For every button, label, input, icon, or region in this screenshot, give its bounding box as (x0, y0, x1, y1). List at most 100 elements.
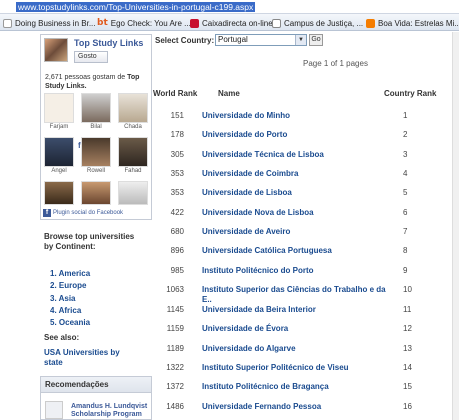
world-rank-cell: 1145 (166, 305, 184, 314)
fan-name: Angel (51, 168, 67, 174)
address-bar[interactable]: www.topstudylinks.com/Top-Universities-i… (0, 0, 459, 14)
fan-face[interactable]: Angel (44, 137, 74, 174)
table-row: 1063 Instituto Superior das Ciências do T… (155, 285, 445, 304)
see-also-heading: See also: (44, 333, 80, 342)
fan-face[interactable] (44, 181, 74, 205)
like-count: 2,671 pessoas gostam de Top Study Links. (45, 73, 149, 91)
favorite-label: Ego Check: You Are ... (110, 18, 191, 28)
pagination-text: Page 1 of 1 pages (303, 59, 368, 68)
usa-universities-link[interactable]: USA Universities by state (44, 348, 134, 368)
site-icon (3, 18, 12, 28)
table-row: 353 Universidade de Coimbra 4 (155, 169, 445, 181)
avatar (118, 181, 148, 205)
country-rank-cell: 12 (403, 324, 412, 333)
fan-face[interactable] (118, 181, 148, 205)
fan-face[interactable]: Fahad (118, 137, 148, 174)
continent-link-oceania[interactable]: 5. Oceania (50, 317, 90, 329)
chevron-down-icon[interactable]: ▼ (295, 35, 306, 45)
avatar (81, 93, 111, 123)
vertical-scrollbar[interactable] (452, 32, 459, 420)
world-rank-cell: 1189 (166, 344, 184, 353)
world-rank-cell: 422 (170, 208, 184, 217)
table-row: 1486 Universidade Fernando Pessoa 16 (155, 402, 445, 414)
bank-icon (190, 18, 199, 28)
favorite-campus-justica[interactable]: Campus de Justiça, ... (272, 17, 363, 29)
recommendations-heading: Recomendações (41, 377, 151, 393)
favorite-boa-vida[interactable]: Boa Vida: Estrelas Mi... (366, 17, 459, 29)
favorite-doing-business[interactable]: Doing Business in Br... (3, 17, 95, 29)
fan-face[interactable]: Bilal (81, 93, 111, 130)
recommendation-thumbnail[interactable] (45, 401, 63, 419)
page-logo[interactable] (44, 38, 68, 62)
fb-page-title[interactable]: Top Study Links (74, 38, 143, 48)
continent-link-asia[interactable]: 3. Asia (50, 293, 90, 305)
country-rank-cell: 9 (403, 266, 408, 275)
country-rank-cell: 15 (403, 382, 412, 391)
blog-icon (366, 18, 375, 28)
recommendation-subtitle: Scholarship Program (71, 411, 142, 418)
favorite-label: Doing Business in Br... (15, 18, 96, 28)
continent-link-europe[interactable]: 2. Europe (50, 280, 90, 292)
university-link[interactable]: Instituto Politécnico do Porto (202, 266, 390, 276)
table-row: 1322 Instituto Superior Politécnico de Vi… (155, 363, 445, 375)
avatar (81, 137, 111, 167)
university-link[interactable]: Instituto Politécnico de Bragança (202, 382, 390, 392)
fan-face[interactable]: Chada (118, 93, 148, 130)
world-rank-cell: 178 (170, 130, 184, 139)
country-rank-cell: 7 (403, 227, 408, 236)
world-rank-cell: 151 (170, 111, 184, 120)
fan-face[interactable] (81, 181, 111, 205)
university-link[interactable]: Instituto Superior Politécnico de Viseu (202, 363, 390, 373)
country-select-value: Portugal (218, 35, 248, 44)
country-rank-cell: 4 (403, 169, 408, 178)
continent-link-america[interactable]: 1. America (50, 268, 90, 280)
like-button[interactable]: f Gosto (74, 51, 108, 150)
browse-heading: Browse top universities by Continent: (44, 232, 135, 251)
country-select[interactable]: Portugal ▼ (215, 34, 307, 46)
facebook-icon: f (43, 209, 51, 217)
university-link[interactable]: Universidade de Lisboa (202, 188, 390, 198)
go-button[interactable]: Go (309, 34, 323, 46)
country-rank-cell: 2 (403, 130, 408, 139)
table-row: 680 Universidade de Aveiro 7 (155, 227, 445, 239)
fb-plugin-link[interactable]: f Plugin social do Facebook (43, 209, 123, 217)
university-link[interactable]: Universidade do Algarve (202, 344, 390, 354)
favorite-caixadirecta[interactable]: Caixadirecta on-line (190, 17, 273, 29)
university-link[interactable]: Universidade Católica Portuguesa (202, 246, 390, 256)
university-link[interactable]: Universidade Fernando Pessoa (202, 402, 390, 412)
bt-logo-icon: bt (97, 18, 108, 28)
university-link[interactable]: Universidade do Minho (202, 111, 390, 121)
table-row: 1145 Universidade da Beira Interior 11 (155, 305, 445, 317)
continent-list: 1. America 2. Europe 3. Asia 4. Africa 5… (50, 268, 90, 329)
world-rank-header: World Rank (153, 89, 198, 98)
university-link[interactable]: Universidade da Beira Interior (202, 305, 390, 315)
fan-name: Bilal (90, 124, 102, 130)
avatar (118, 93, 148, 123)
university-link[interactable]: Universidade Técnica de Lisboa (202, 150, 390, 160)
table-row: 1372 Instituto Politécnico de Bragança 15 (155, 382, 445, 394)
table-row: 178 Universidade do Porto 2 (155, 130, 445, 142)
world-rank-cell: 1063 (166, 285, 184, 294)
world-rank-cell: 353 (170, 188, 184, 197)
continent-link-africa[interactable]: 4. Africa (50, 305, 90, 317)
university-link[interactable]: Universidade Nova de Lisboa (202, 208, 390, 218)
avatar (81, 181, 111, 205)
avatar (44, 93, 74, 123)
favorite-ego-check[interactable]: bt Ego Check: You Are ... (97, 17, 191, 29)
country-rank-cell: 8 (403, 246, 408, 255)
university-link[interactable]: Universidade de Aveiro (202, 227, 390, 237)
favorite-label: Campus de Justiça, ... (284, 18, 364, 28)
world-rank-cell: 680 (170, 227, 184, 236)
fan-face[interactable]: Farjam (44, 93, 74, 130)
country-rank-cell: 6 (403, 208, 408, 217)
university-link[interactable]: Universidade de Coimbra (202, 169, 390, 179)
university-link[interactable]: Universidade de Évora (202, 324, 390, 334)
university-link[interactable]: Instituto Superior das Ciências do Traba… (202, 285, 390, 304)
fan-name: Fahad (124, 168, 142, 174)
recommendation-link[interactable]: Amandus H. Lundqvist Scholarship Program (71, 403, 147, 419)
fan-face[interactable]: Rowell (81, 137, 111, 174)
table-row: 353 Universidade de Lisboa 5 (155, 188, 445, 200)
university-link[interactable]: Universidade do Porto (202, 130, 390, 140)
url-text[interactable]: www.topstudylinks.com/Top-Universities-i… (16, 2, 256, 12)
table-row: 985 Instituto Politécnico do Porto 9 (155, 266, 445, 278)
